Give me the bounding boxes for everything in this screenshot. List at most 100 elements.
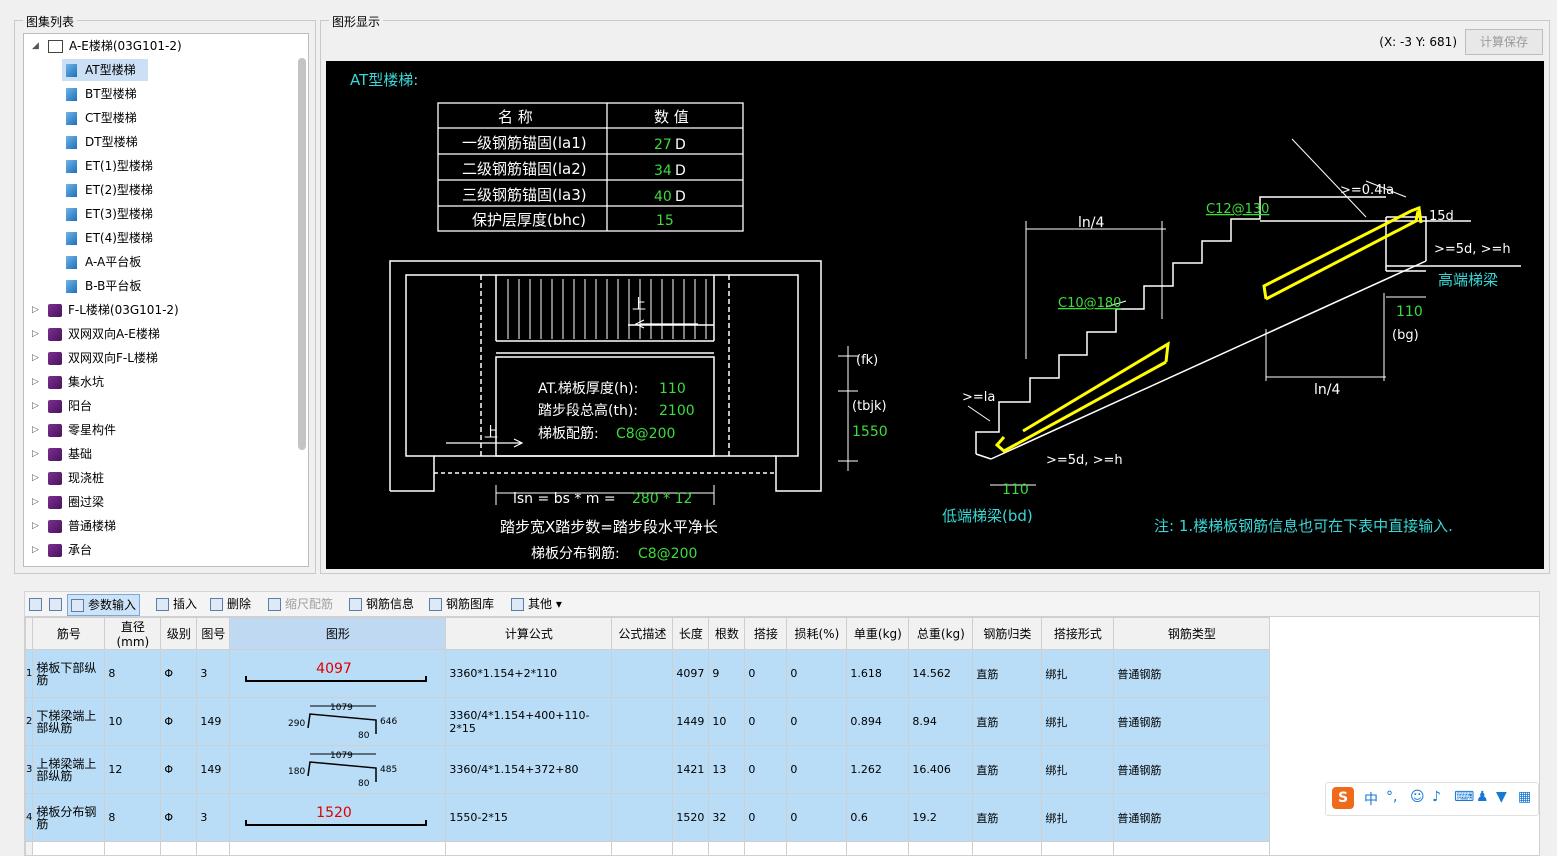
cell-count[interactable]: 9 <box>709 650 745 698</box>
cell-count[interactable]: 10 <box>709 698 745 746</box>
cell-count[interactable]: 32 <box>709 794 745 842</box>
cell-lap[interactable]: 0 <box>745 698 787 746</box>
cell-category[interactable]: 直筋 <box>973 650 1042 698</box>
cell-lap[interactable]: 0 <box>745 746 787 794</box>
cell-type[interactable]: 普通钢筋 <box>1114 650 1270 698</box>
cell-unit-w[interactable]: 0.894 <box>847 698 909 746</box>
scale-rebar-button[interactable]: 缩尺配筋 <box>268 594 333 614</box>
sogou-logo-icon[interactable]: S <box>1332 787 1354 809</box>
cell-lap[interactable]: 0 <box>745 650 787 698</box>
cell-fig[interactable]: 3 <box>197 794 230 842</box>
column-header[interactable]: 图号 <box>197 618 230 650</box>
table-row[interactable]: 1梯板下部纵筋8Φ340973360*1.154+2*11040979001.6… <box>26 650 1270 698</box>
tree-item[interactable]: ▷普通楼梯 <box>32 515 116 537</box>
cell-length[interactable]: 1421 <box>673 746 709 794</box>
microphone-icon[interactable]: ♪ <box>1432 789 1441 805</box>
cell-lap-type[interactable]: 绑扎 <box>1042 794 1114 842</box>
cell-dia[interactable]: 8 <box>105 794 161 842</box>
skin-icon[interactable]: ▼ <box>1496 789 1507 805</box>
cell-desc[interactable] <box>612 698 673 746</box>
cell-total-w[interactable]: 16.406 <box>909 746 973 794</box>
ime-punct-label[interactable]: °, <box>1386 789 1397 805</box>
collapse-arrow-icon[interactable]: ▷ <box>32 515 42 537</box>
tree-item[interactable]: ▷承台 <box>32 539 92 561</box>
cell-fig[interactable]: 3 <box>197 650 230 698</box>
collapse-arrow-icon[interactable]: ▷ <box>32 467 42 489</box>
cell-fig[interactable]: 149 <box>197 746 230 794</box>
collapse-arrow-icon[interactable]: ▷ <box>32 371 42 393</box>
column-header[interactable]: 根数 <box>709 618 745 650</box>
tree-item[interactable]: ET(3)型楼梯 <box>62 203 165 225</box>
cell-name[interactable]: 梯板下部纵筋 <box>33 650 105 698</box>
tree-item[interactable]: AT型楼梯 <box>62 59 148 81</box>
cell-grade[interactable]: Φ <box>161 746 197 794</box>
column-header[interactable]: 图形 <box>230 618 446 650</box>
cell-formula[interactable]: 3360/4*1.154+400+110-2*15 <box>446 698 612 746</box>
cell-formula[interactable]: 3360*1.154+2*110 <box>446 650 612 698</box>
shape-cell[interactable]: 1520 <box>230 794 446 842</box>
calc-save-button[interactable]: 计算保存 <box>1465 29 1543 55</box>
column-header[interactable]: 钢筋归类 <box>973 618 1042 650</box>
cell-fig[interactable]: 149 <box>197 698 230 746</box>
tree-item[interactable]: DT型楼梯 <box>62 131 150 153</box>
keyboard-icon[interactable]: ⌨ <box>1454 789 1474 805</box>
column-header[interactable]: 钢筋类型 <box>1114 618 1270 650</box>
cell-lap-type[interactable]: 绑扎 <box>1042 698 1114 746</box>
tree-item[interactable]: ET(1)型楼梯 <box>62 155 165 177</box>
drawing-canvas[interactable]: AT型楼梯: 名 称 数 值 一级钢筋锚固(la1) 二级钢筋锚固(la2) 三… <box>326 61 1544 569</box>
cell-name[interactable]: 梯板分布钢筋 <box>33 794 105 842</box>
row-number[interactable]: 2 <box>26 698 33 746</box>
cell-loss[interactable]: 0 <box>787 746 847 794</box>
column-header[interactable]: 公式描述 <box>612 618 673 650</box>
grid-menu-icon[interactable]: ▦ <box>1518 789 1531 805</box>
cell-formula[interactable]: 3360/4*1.154+372+80 <box>446 746 612 794</box>
column-header[interactable]: 搭接形式 <box>1042 618 1114 650</box>
column-header[interactable]: 直径(mm) <box>105 618 161 650</box>
collapse-arrow-icon[interactable]: ▷ <box>32 491 42 513</box>
cell-desc[interactable] <box>612 650 673 698</box>
cell-loss[interactable]: 0 <box>787 650 847 698</box>
column-header[interactable]: 搭接 <box>745 618 787 650</box>
shape-cell[interactable]: 107929064680 <box>230 698 446 746</box>
tree-item[interactable]: CT型楼梯 <box>62 107 149 129</box>
ime-toolbar[interactable]: S 中 °, ☺ ♪ ⌨ ♟ ▼ ▦ <box>1325 782 1539 816</box>
shape-cell[interactable]: 4097 <box>230 650 446 698</box>
row-number[interactable]: 1 <box>26 650 33 698</box>
cell-category[interactable]: 直筋 <box>973 794 1042 842</box>
ime-zh-label[interactable]: 中 <box>1364 789 1378 809</box>
cell-desc[interactable] <box>612 794 673 842</box>
column-header[interactable]: 长度 <box>673 618 709 650</box>
cell-unit-w[interactable]: 0.6 <box>847 794 909 842</box>
cell-name[interactable]: 上梯梁端上部纵筋 <box>33 746 105 794</box>
row-number[interactable]: 4 <box>26 794 33 842</box>
move-down-icon[interactable] <box>49 594 66 614</box>
cell-formula[interactable]: 1550-2*15 <box>446 794 612 842</box>
cell-category[interactable]: 直筋 <box>973 746 1042 794</box>
cell-count[interactable]: 13 <box>709 746 745 794</box>
rebar-info-button[interactable]: 钢筋信息 <box>349 594 414 614</box>
cell-lap[interactable]: 0 <box>745 794 787 842</box>
column-header[interactable]: 损耗(%) <box>787 618 847 650</box>
tree-item[interactable]: ET(4)型楼梯 <box>62 227 165 249</box>
column-header[interactable]: 单重(kg) <box>847 618 909 650</box>
cell-name[interactable]: 下梯梁端上部纵筋 <box>33 698 105 746</box>
tree-item[interactable]: ▷零星构件 <box>32 419 116 441</box>
cell-category[interactable]: 直筋 <box>973 698 1042 746</box>
cell-total-w[interactable]: 19.2 <box>909 794 973 842</box>
column-header[interactable]: 级别 <box>161 618 197 650</box>
tree-item[interactable]: A-A平台板 <box>62 251 153 273</box>
tree-item[interactable]: ▷F-L楼梯(03G101-2) <box>32 299 179 321</box>
cell-length[interactable]: 4097 <box>673 650 709 698</box>
cell-type[interactable]: 普通钢筋 <box>1114 746 1270 794</box>
other-menu-button[interactable]: 其他 ▾ <box>511 594 562 614</box>
tree-item[interactable]: ▷集水坑 <box>32 371 104 393</box>
tree-item[interactable]: ET(2)型楼梯 <box>62 179 165 201</box>
cell-dia[interactable]: 8 <box>105 650 161 698</box>
cell-type[interactable]: 普通钢筋 <box>1114 698 1270 746</box>
cell-grade[interactable]: Φ <box>161 698 197 746</box>
cell-dia[interactable]: 10 <box>105 698 161 746</box>
delete-button[interactable]: 删除 <box>210 594 251 614</box>
insert-button[interactable]: 插入 <box>156 594 197 614</box>
column-header[interactable]: 筋号 <box>33 618 105 650</box>
cell-total-w[interactable]: 14.562 <box>909 650 973 698</box>
